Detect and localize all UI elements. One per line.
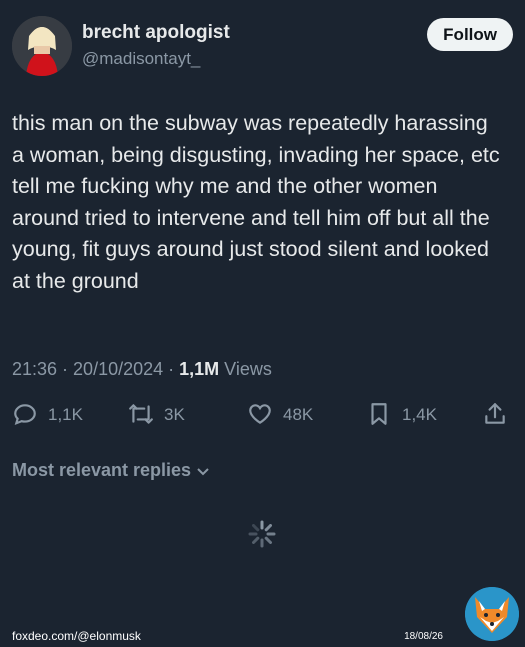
watermark-date: 18/08/26 xyxy=(404,631,443,642)
chevron-down-icon xyxy=(197,467,209,475)
bookmark-count: 1,4K xyxy=(402,404,437,424)
bookmark-icon xyxy=(371,403,387,425)
meta-separator: · xyxy=(57,359,74,379)
like-icon xyxy=(249,404,271,424)
share-button[interactable] xyxy=(482,401,518,427)
fox-logo xyxy=(465,587,519,641)
replies-sort-dropdown[interactable]: Most relevant replies xyxy=(12,460,211,481)
tweet-header: brecht apologist @madisontayt_ Follow xyxy=(12,14,513,78)
bookmark-button[interactable]: 1,4K xyxy=(366,401,437,427)
user-handle[interactable]: @madisontayt_ xyxy=(82,49,200,69)
follow-button[interactable]: Follow xyxy=(427,18,513,51)
like-count: 48K xyxy=(283,404,314,424)
like-button[interactable]: 48K xyxy=(247,401,313,427)
replies-sort-label: Most relevant replies xyxy=(12,460,192,480)
repost-button[interactable]: 3K xyxy=(128,401,185,427)
watermark-handle: foxdeo.com/@elonmusk xyxy=(12,629,141,643)
repost-count: 3K xyxy=(164,404,185,424)
reply-button[interactable]: 1,1K xyxy=(12,401,83,427)
views-count: 1,1M xyxy=(179,359,220,379)
tweet-time[interactable]: 21:36 xyxy=(12,359,57,379)
tweet-date[interactable]: 20/10/2024 xyxy=(73,359,163,379)
meta-separator: · xyxy=(163,359,180,379)
tweet-text: this man on the subway was repeatedly ha… xyxy=(12,111,500,293)
avatar[interactable] xyxy=(12,16,72,76)
views-label: Views xyxy=(219,359,272,379)
reply-icon xyxy=(14,404,36,425)
display-name[interactable]: brecht apologist xyxy=(82,22,230,44)
loading-spinner-icon xyxy=(248,520,276,548)
tweet-meta: 21:36 · 20/10/2024 · 1,1M Views xyxy=(12,359,272,380)
action-bar: 1,1K 3K 48K 1,4K xyxy=(12,401,508,431)
share-icon xyxy=(485,403,505,424)
reply-count: 1,1K xyxy=(48,404,83,424)
repost-icon xyxy=(129,404,153,424)
